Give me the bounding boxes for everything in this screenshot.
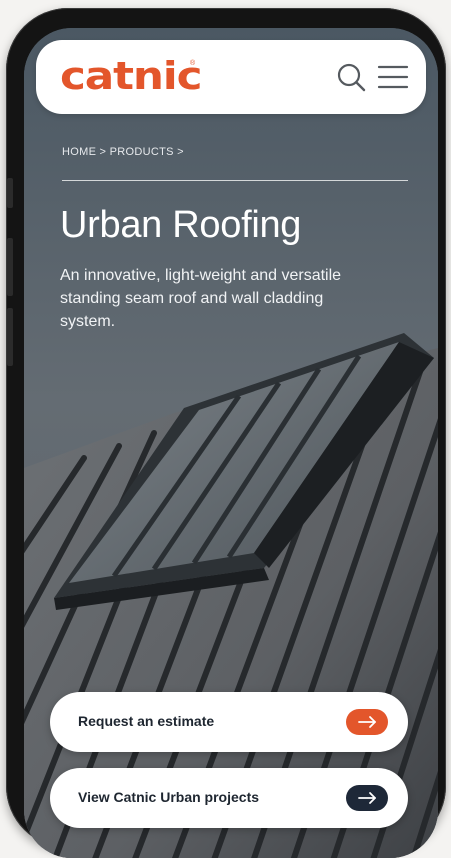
search-icon[interactable]: [334, 60, 368, 94]
breadcrumb-divider: [62, 180, 408, 181]
arrow-right-icon: [346, 709, 388, 735]
page-title: Urban Roofing: [60, 204, 302, 246]
breadcrumb[interactable]: HOME > PRODUCTS >: [62, 146, 184, 158]
view-projects-button[interactable]: View Catnic Urban projects: [50, 768, 408, 828]
top-navigation-bar: catnic ®: [36, 40, 426, 114]
app-screen: catnic ® HOME > PRODUCTS > Urban Roofing: [24, 28, 438, 858]
phone-frame: catnic ® HOME > PRODUCTS > Urban Roofing: [6, 8, 446, 858]
hero-description: An innovative, light-weight and versatil…: [60, 267, 342, 330]
arrow-right-icon: [346, 785, 388, 811]
phone-volume-down-button: [7, 308, 13, 366]
hamburger-menu-icon[interactable]: [376, 60, 410, 94]
request-estimate-button[interactable]: Request an estimate: [50, 692, 408, 752]
request-estimate-label: Request an estimate: [78, 713, 215, 729]
phone-volume-up-button: [7, 238, 13, 296]
registered-mark: ®: [190, 60, 196, 67]
phone-side-button: [7, 178, 13, 208]
catnic-logo[interactable]: catnic: [60, 54, 203, 98]
view-projects-label: View Catnic Urban projects: [78, 789, 260, 805]
